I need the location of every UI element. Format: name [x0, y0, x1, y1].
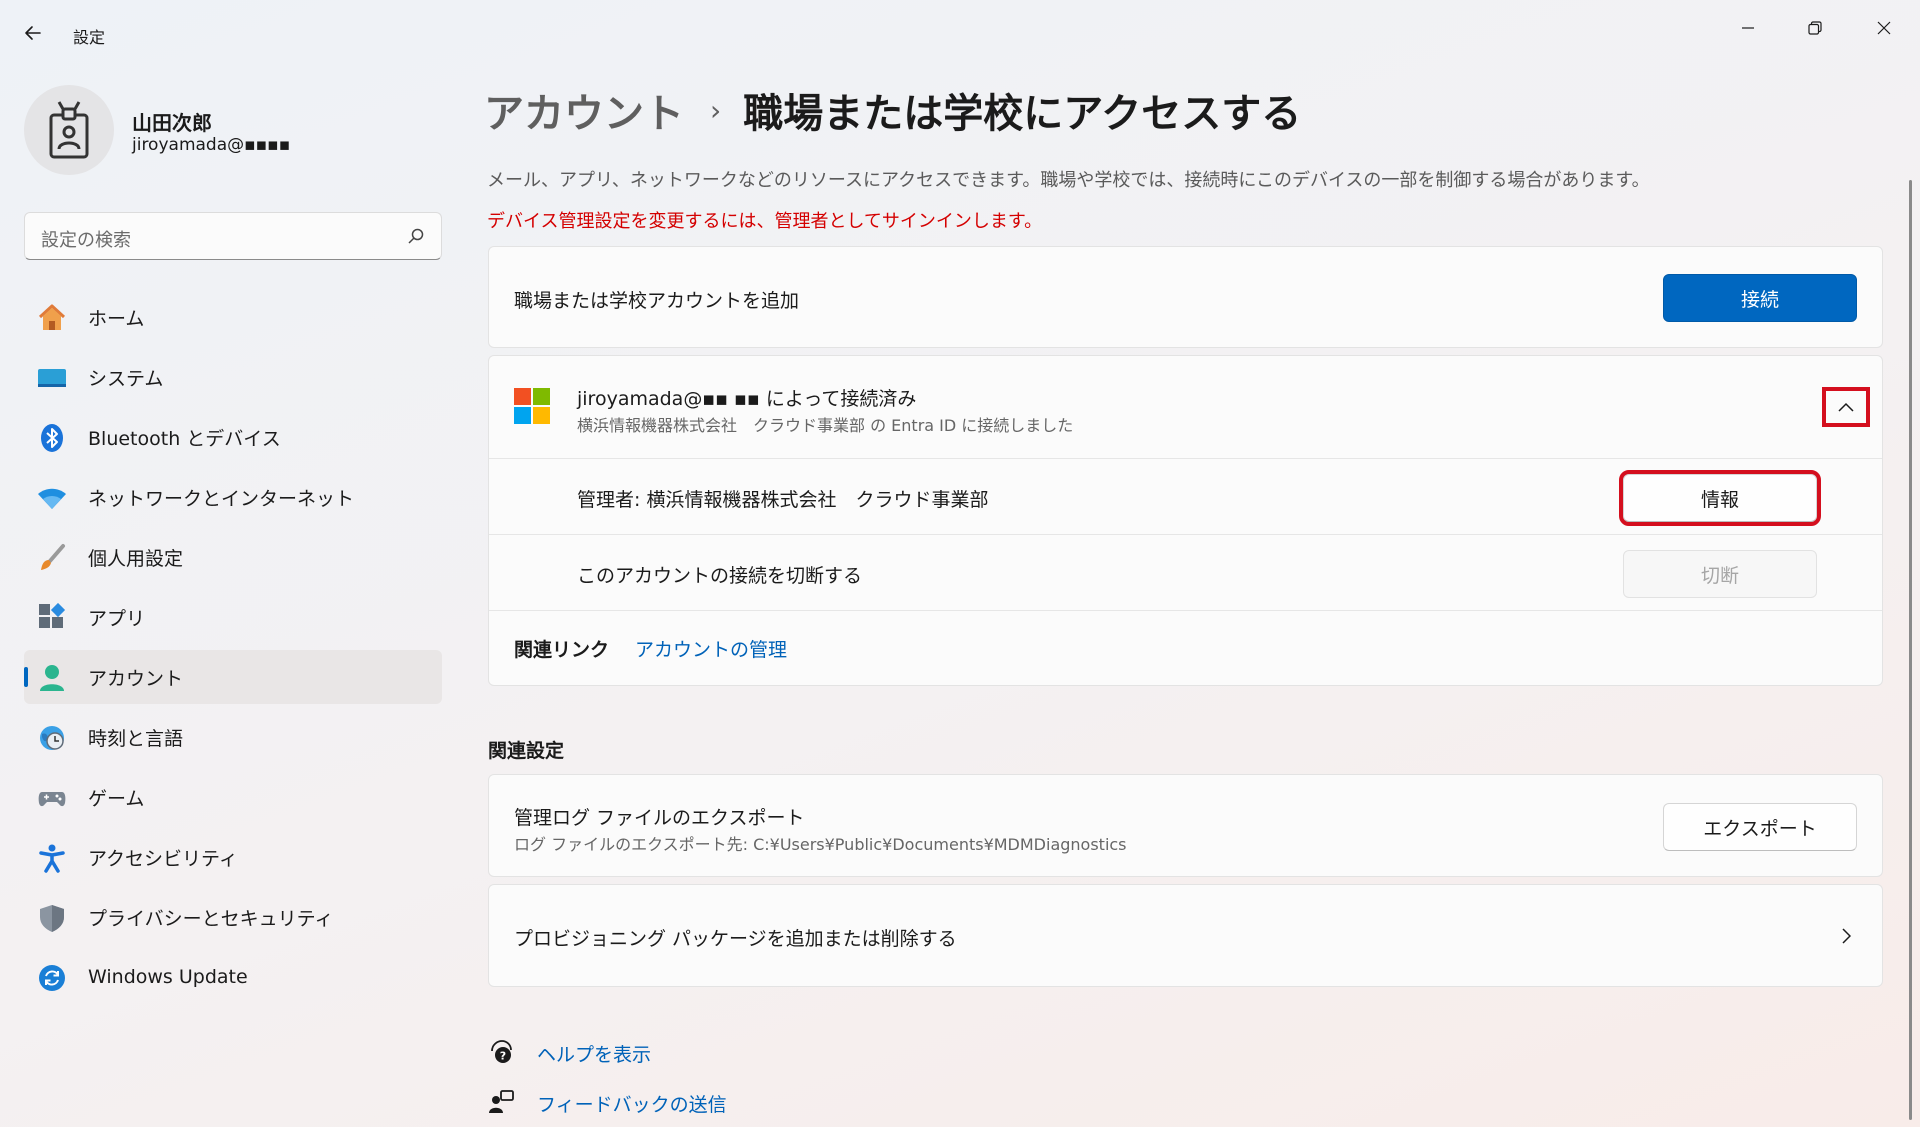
avatar	[24, 85, 114, 175]
connected-account-card: jiroyamada@▪︎▪︎ ▪︎▪︎ によって接続済み 横浜情報機器株式会社…	[488, 355, 1883, 686]
connected-account-title: jiroyamada@▪︎▪︎ ▪︎▪︎ によって接続済み	[577, 388, 917, 410]
sidebar-item-home[interactable]: ホーム	[24, 290, 442, 344]
home-icon	[36, 302, 68, 334]
disconnect-button[interactable]: 切断	[1623, 550, 1817, 598]
sidebar-item-system[interactable]: システム	[24, 350, 442, 404]
sidebar-item-apps[interactable]: アプリ	[24, 590, 442, 644]
related-settings-heading: 関連設定	[488, 740, 565, 762]
sidebar-item-privacy-security[interactable]: プライバシーとセキュリティ	[24, 890, 442, 944]
minimize-icon	[1742, 27, 1754, 29]
settings-search-box[interactable]: 設定の検索	[24, 212, 442, 260]
add-account-label: 職場または学校アカウントを追加	[514, 290, 800, 312]
sidebar-item-network[interactable]: ネットワークとインターネット	[24, 470, 442, 524]
restore-icon	[1808, 21, 1822, 35]
help-link[interactable]: ヘルプを表示	[537, 1040, 651, 1067]
managed-by-row: 管理者: 横浜情報機器株式会社 クラウド事業部 情報	[489, 458, 1882, 534]
sidebar-item-label: 時刻と言語	[88, 727, 184, 750]
accessibility-icon	[36, 842, 68, 874]
sidebar-item-label: アカウント	[88, 667, 184, 690]
sidebar-item-label: ネットワークとインターネット	[88, 487, 355, 510]
sidebar-item-label: ゲーム	[88, 787, 145, 810]
app-title: 設定	[73, 28, 106, 47]
provisioning-card[interactable]: プロビジョニング パッケージを追加または削除する	[488, 884, 1883, 987]
sidebar-item-label: Bluetooth とデバイス	[88, 427, 281, 450]
sidebar-item-windows-update[interactable]: Windows Update	[24, 950, 442, 1004]
export-logs-card: 管理ログ ファイルのエクスポート ログ ファイルのエクスポート先: C:¥Use…	[488, 774, 1883, 877]
title-bar: 設定	[0, 0, 1920, 64]
disconnect-label: このアカウントの接続を切断する	[577, 565, 863, 587]
help-icon: ?	[487, 1038, 515, 1066]
account-icon	[36, 662, 68, 694]
info-button[interactable]: 情報	[1619, 470, 1821, 526]
brush-icon	[36, 542, 68, 574]
breadcrumb-parent[interactable]: アカウント	[484, 81, 684, 139]
page-description: メール、アプリ、ネットワークなどのリソースにアクセスできます。職場や学校では、接…	[487, 170, 1650, 191]
search-icon[interactable]	[407, 227, 425, 245]
close-icon	[1877, 21, 1891, 35]
system-icon	[36, 362, 68, 394]
sidebar-item-label: プライバシーとセキュリティ	[88, 907, 334, 930]
feedback-link[interactable]: フィードバックの送信	[537, 1090, 727, 1117]
update-icon	[36, 962, 68, 994]
collapse-button[interactable]	[1822, 387, 1870, 427]
sidebar-item-label: Windows Update	[88, 966, 248, 988]
connected-account-subtitle: 横浜情報機器株式会社 クラウド事業部 の Entra ID に接続しました	[577, 416, 1074, 435]
chevron-up-icon	[1838, 402, 1854, 412]
chevron-right-icon	[1842, 928, 1851, 944]
id-badge-icon	[49, 101, 89, 159]
microsoft-logo-icon	[514, 388, 550, 424]
bluetooth-icon	[36, 422, 68, 454]
wifi-icon	[36, 482, 68, 514]
provisioning-title: プロビジョニング パッケージを追加または削除する	[514, 928, 957, 950]
svg-text:?: ?	[500, 1050, 506, 1063]
sidebar-item-label: アクセシビリティ	[88, 847, 238, 870]
sidebar-nav: ホーム システム Bluetooth とデバイス ネットワークとインターネット	[24, 290, 442, 1010]
related-links-label: 関連リンク	[514, 639, 610, 661]
breadcrumb-separator-icon: ›	[710, 93, 722, 127]
back-button[interactable]	[18, 18, 48, 48]
managed-by-text: 管理者: 横浜情報機器株式会社 クラウド事業部	[577, 489, 989, 511]
sidebar-item-gaming[interactable]: ゲーム	[24, 770, 442, 824]
export-logs-subtitle: ログ ファイルのエクスポート先: C:¥Users¥Public¥Documen…	[514, 835, 1127, 854]
sidebar-item-label: システム	[88, 367, 164, 390]
apps-icon	[36, 602, 68, 634]
disconnect-row: このアカウントの接続を切断する 切断	[489, 534, 1882, 610]
sidebar-item-accessibility[interactable]: アクセシビリティ	[24, 830, 442, 884]
scrollbar[interactable]	[1909, 180, 1912, 1120]
add-account-card: 職場または学校アカウントを追加 接続	[488, 246, 1883, 348]
breadcrumb: アカウント › 職場または学校にアクセスする	[484, 82, 1301, 138]
export-logs-title: 管理ログ ファイルのエクスポート	[514, 807, 805, 829]
back-arrow-icon	[25, 26, 41, 40]
connected-account-header[interactable]: jiroyamada@▪︎▪︎ ▪︎▪︎ によって接続済み 横浜情報機器株式会社…	[489, 356, 1882, 458]
close-button[interactable]	[1856, 8, 1912, 48]
sidebar-item-personalization[interactable]: 個人用設定	[24, 530, 442, 584]
manage-account-link[interactable]: アカウントの管理	[635, 635, 787, 662]
sidebar-item-label: 個人用設定	[88, 547, 184, 570]
sidebar-item-label: アプリ	[88, 607, 146, 630]
clock-globe-icon	[36, 722, 68, 754]
user-name: 山田次郎	[132, 111, 212, 135]
restore-button[interactable]	[1787, 8, 1843, 48]
admin-warning-text: デバイス管理設定を変更するには、管理者としてサインインします。	[487, 211, 1043, 232]
user-profile[interactable]: 山田次郎 jiroyamada@▪︎▪︎▪︎▪︎	[24, 85, 444, 177]
related-links-row: 関連リンク アカウントの管理	[489, 610, 1882, 686]
export-button[interactable]: エクスポート	[1663, 803, 1857, 851]
minimize-button[interactable]	[1720, 8, 1776, 48]
sidebar-item-time-language[interactable]: 時刻と言語	[24, 710, 442, 764]
gamepad-icon	[36, 782, 68, 814]
page-title: 職場または学校にアクセスする	[743, 91, 1302, 137]
user-email: jiroyamada@▪︎▪︎▪︎▪︎	[132, 135, 291, 155]
sidebar-item-bluetooth[interactable]: Bluetooth とデバイス	[24, 410, 442, 464]
search-input[interactable]: 設定の検索	[41, 226, 131, 252]
sidebar-item-label: ホーム	[88, 307, 145, 330]
feedback-icon	[487, 1088, 515, 1116]
connect-button[interactable]: 接続	[1663, 274, 1857, 322]
sidebar-item-accounts[interactable]: アカウント	[24, 650, 442, 704]
shield-icon	[36, 902, 68, 934]
